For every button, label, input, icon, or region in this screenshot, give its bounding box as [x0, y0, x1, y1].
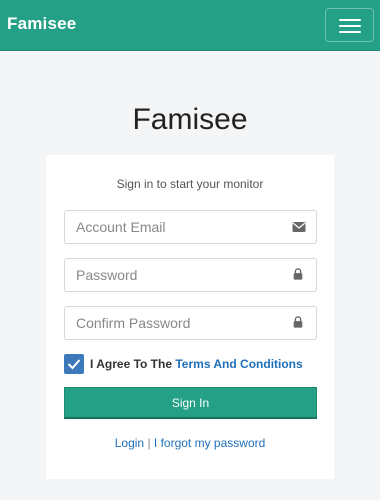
checkmark-icon: [67, 359, 81, 370]
password-input[interactable]: [65, 259, 280, 291]
login-link[interactable]: Login: [115, 436, 144, 450]
lock-icon: [293, 316, 303, 328]
login-card: Sign in to start your monitor I Agree To…: [46, 155, 334, 479]
agree-label: I Agree To The Terms And Conditions: [90, 357, 303, 371]
terms-link[interactable]: Terms And Conditions: [175, 357, 302, 371]
forgot-password-link[interactable]: I forgot my password: [154, 436, 265, 450]
hamburger-line: [339, 25, 361, 27]
login-message: Sign in to start your monitor: [116, 177, 264, 191]
confirm-password-input[interactable]: [65, 307, 280, 339]
agree-prefix: I Agree To The: [90, 357, 173, 371]
email-field: [64, 210, 317, 244]
top-navbar: Famisee: [0, 0, 380, 51]
menu-toggle-button[interactable]: [325, 8, 374, 42]
hamburger-line: [339, 31, 361, 33]
hamburger-menu-icon: [339, 19, 361, 21]
page-title: Famisee: [132, 103, 248, 136]
password-field: [64, 258, 317, 292]
lock-icon: [293, 268, 303, 280]
agree-checkbox[interactable]: [64, 354, 84, 374]
sign-in-button[interactable]: Sign In: [64, 387, 317, 419]
link-separator: |: [147, 436, 151, 450]
brand-logo[interactable]: Famisee: [7, 14, 76, 34]
envelope-icon: [292, 222, 306, 232]
auth-links: Login | I forgot my password: [46, 436, 334, 450]
confirm-password-field: [64, 306, 317, 340]
email-input[interactable]: [65, 211, 280, 243]
